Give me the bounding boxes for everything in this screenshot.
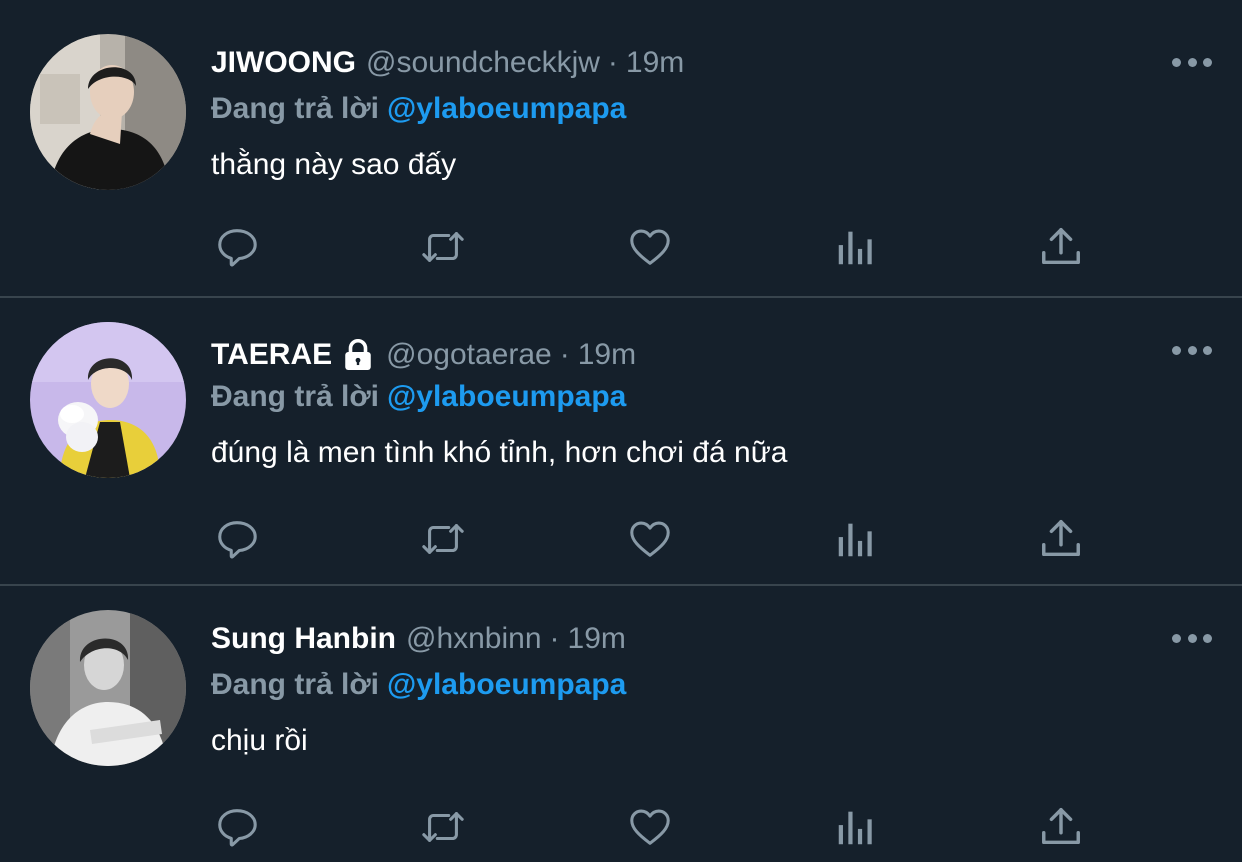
lock-icon <box>340 337 376 373</box>
more-icon[interactable] <box>1172 338 1212 362</box>
reply-button[interactable] <box>212 802 262 852</box>
share-button[interactable] <box>1036 514 1086 564</box>
timestamp[interactable]: 19m <box>568 620 626 658</box>
display-name[interactable]: TAERAE <box>211 336 332 374</box>
replying-to: Đang trả lời @ylaboeumpapa <box>211 378 626 416</box>
share-icon <box>1042 520 1080 557</box>
separator-dot: · <box>607 46 618 79</box>
replying-to-label: Đang trả lời <box>211 92 380 125</box>
more-icon[interactable] <box>1172 626 1212 650</box>
analytics-button[interactable] <box>831 514 881 564</box>
action-bar <box>0 222 1242 272</box>
retweet-icon <box>422 812 464 842</box>
tweet-header: Sung Hanbin @hxnbinn · 19m <box>211 620 626 658</box>
separator-dot: · <box>559 338 570 371</box>
tweet-text: chịu rồi <box>211 724 308 757</box>
share-icon <box>1042 808 1080 845</box>
reply-icon <box>218 229 257 267</box>
username[interactable]: @hxnbinn <box>406 620 542 658</box>
reply-button[interactable] <box>212 514 262 564</box>
analytics-icon <box>838 231 872 265</box>
heart-icon <box>630 809 670 845</box>
retweet-button[interactable] <box>418 514 468 564</box>
more-icon[interactable] <box>1172 50 1212 74</box>
avatar[interactable] <box>30 322 186 478</box>
reply-target-link[interactable]: @ylaboeumpapa <box>387 668 626 701</box>
tweet-header: JIWOONG @soundcheckkjw · 19m <box>211 44 684 82</box>
reply-button[interactable] <box>212 222 262 272</box>
retweet-icon <box>422 524 464 554</box>
analytics-button[interactable] <box>831 802 881 852</box>
tweet[interactable]: TAERAE @ogotaerae · 19m Đang trả lời @yla… <box>0 288 1242 576</box>
heart-icon <box>630 521 670 557</box>
like-button[interactable] <box>625 802 675 852</box>
avatar[interactable] <box>30 34 186 190</box>
replying-to: Đang trả lời @ylaboeumpapa <box>211 666 626 704</box>
reply-icon <box>218 809 257 847</box>
analytics-button[interactable] <box>831 222 881 272</box>
reply-target-link[interactable]: @ylaboeumpapa <box>387 380 626 413</box>
tweet-text: đúng là men tình khó tỉnh, hơn chơi đá n… <box>211 436 788 469</box>
share-icon <box>1042 228 1080 265</box>
action-bar <box>0 514 1242 564</box>
like-button[interactable] <box>625 222 675 272</box>
retweet-icon <box>422 232 464 262</box>
username[interactable]: @ogotaerae <box>386 336 552 374</box>
replying-to-label: Đang trả lời <box>211 380 380 413</box>
reply-feed: JIWOONG @soundcheckkjw · 19m Đang trả lờ… <box>0 0 1242 862</box>
like-button[interactable] <box>625 514 675 564</box>
analytics-icon <box>838 523 872 557</box>
tweet[interactable]: JIWOONG @soundcheckkjw · 19m Đang trả lờ… <box>0 0 1242 288</box>
tweet[interactable]: Sung Hanbin @hxnbinn · 19m Đang trả lời @… <box>0 576 1242 862</box>
username[interactable]: @soundcheckkjw <box>366 44 600 82</box>
separator-dot: · <box>549 622 560 655</box>
analytics-icon <box>838 811 872 845</box>
tweet-header: TAERAE @ogotaerae · 19m <box>211 336 636 374</box>
timestamp[interactable]: 19m <box>578 336 636 374</box>
retweet-button[interactable] <box>418 222 468 272</box>
share-button[interactable] <box>1036 802 1086 852</box>
display-name[interactable]: Sung Hanbin <box>211 620 396 658</box>
avatar[interactable] <box>30 610 186 766</box>
heart-icon <box>630 229 670 265</box>
replying-to-label: Đang trả lời <box>211 668 380 701</box>
replying-to: Đang trả lời @ylaboeumpapa <box>211 90 626 128</box>
retweet-button[interactable] <box>418 802 468 852</box>
action-bar <box>0 802 1242 852</box>
display-name[interactable]: JIWOONG <box>211 44 356 82</box>
timestamp[interactable]: 19m <box>626 44 684 82</box>
tweet-text: thằng này sao đấy <box>211 148 457 181</box>
share-button[interactable] <box>1036 222 1086 272</box>
reply-icon <box>218 521 257 559</box>
reply-target-link[interactable]: @ylaboeumpapa <box>387 92 626 125</box>
